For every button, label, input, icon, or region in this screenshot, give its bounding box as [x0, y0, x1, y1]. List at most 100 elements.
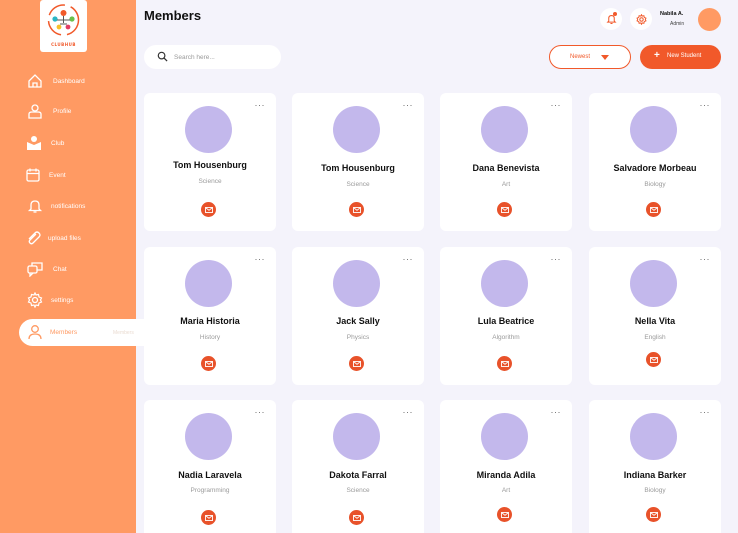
gear-icon — [27, 292, 43, 308]
member-name: Nadia Laravela — [178, 470, 242, 480]
sidebar-item-upload-files[interactable]: upload files — [0, 226, 136, 252]
mail-icon — [649, 356, 658, 363]
member-card[interactable]: ··· Maria Historia History — [144, 247, 276, 385]
member-card[interactable]: ··· Salvadore Morbeau Biology — [589, 93, 721, 231]
notification-dot — [613, 12, 617, 16]
chat-icon — [27, 262, 43, 277]
member-name: Dakota Farral — [329, 470, 387, 480]
sidebar-item-notifications[interactable]: notifications — [0, 194, 136, 220]
sidebar-item-label: notifications — [51, 203, 86, 210]
mail-icon — [500, 360, 509, 367]
member-name: Dana Benevista — [472, 163, 540, 173]
mail-icon — [500, 206, 509, 213]
sidebar-item-settings[interactable]: settings — [0, 288, 136, 314]
mail-button[interactable] — [646, 202, 661, 217]
mail-button[interactable] — [497, 356, 512, 371]
member-card[interactable]: ··· Dana Benevista Art — [440, 93, 572, 231]
user-avatar[interactable] — [698, 8, 721, 31]
sidebar-item-event[interactable]: Event — [0, 163, 136, 189]
mail-button[interactable] — [349, 356, 364, 371]
more-options-icon[interactable]: ··· — [551, 408, 562, 417]
member-subject: Science — [346, 487, 370, 494]
member-card[interactable]: ··· Indiana Barker Biology — [589, 400, 721, 533]
more-options-icon[interactable]: ··· — [403, 255, 414, 264]
sidebar-item-club[interactable]: Club — [0, 131, 136, 157]
profile-icon — [28, 104, 42, 119]
notifications-button[interactable] — [600, 8, 622, 30]
sidebar-item-members[interactable]: Members Members — [19, 319, 159, 346]
member-name: Miranda Adila — [476, 470, 536, 480]
sidebar-item-profile[interactable]: Profile — [0, 99, 136, 125]
sidebar-item-dashboard[interactable]: Dashboard — [0, 69, 136, 95]
member-subject: Biology — [644, 181, 666, 188]
user-icon — [28, 325, 42, 340]
logo-text: CLUBHUB — [51, 42, 76, 47]
more-options-icon[interactable]: ··· — [700, 101, 711, 110]
member-name: Tom Housenburg — [173, 160, 247, 170]
member-subject: Physics — [346, 334, 370, 341]
new-student-label: New Student — [667, 53, 702, 59]
member-subject: Biology — [644, 487, 666, 494]
user-role: Admin — [670, 21, 685, 27]
sort-label: Newest — [570, 54, 591, 60]
more-options-icon[interactable]: ··· — [255, 255, 266, 264]
search-box[interactable] — [144, 45, 281, 69]
more-options-icon[interactable]: ··· — [255, 408, 266, 417]
member-avatar — [333, 260, 380, 307]
mail-button[interactable] — [646, 507, 661, 522]
sidebar-item-chat[interactable]: Chat — [0, 257, 136, 283]
home-icon — [28, 74, 42, 88]
member-avatar — [185, 260, 232, 307]
mail-button[interactable] — [497, 202, 512, 217]
more-options-icon[interactable]: ··· — [700, 255, 711, 264]
sidebar-item-label: Profile — [53, 108, 72, 115]
chevron-down-icon — [601, 55, 609, 60]
member-card[interactable]: ··· Tom Housenburg Science — [292, 93, 424, 231]
settings-button[interactable] — [630, 8, 652, 30]
member-card[interactable]: ··· Miranda Adila Art — [440, 400, 572, 533]
member-name: Indiana Barker — [623, 470, 687, 480]
more-options-icon[interactable]: ··· — [551, 101, 562, 110]
more-options-icon[interactable]: ··· — [255, 101, 266, 110]
member-avatar — [630, 260, 677, 307]
mail-icon — [204, 514, 213, 521]
member-subject: Art — [501, 181, 511, 188]
gear-icon — [635, 13, 647, 25]
member-name: Salvadore Morbeau — [613, 163, 697, 173]
mail-button[interactable] — [201, 202, 216, 217]
member-card[interactable]: ··· Dakota Farral Science — [292, 400, 424, 533]
new-student-button[interactable]: + New Student — [640, 45, 721, 69]
sidebar-item-label: upload files — [48, 235, 81, 242]
sidebar-item-label: Club — [51, 140, 65, 147]
mail-icon — [352, 514, 361, 521]
member-card[interactable]: ··· Nadia Laravela Programming — [144, 400, 276, 533]
member-name: Tom Housenburg — [321, 163, 395, 173]
sidebar-item-label: settings — [51, 297, 74, 304]
sidebar-item-label: Members — [50, 329, 78, 336]
mail-button[interactable] — [497, 507, 512, 522]
member-subject: Art — [501, 487, 511, 494]
member-card[interactable]: ··· Nella Vita English — [589, 247, 721, 385]
user-name: Nabila A. — [660, 11, 684, 17]
mail-button[interactable] — [201, 356, 216, 371]
more-options-icon[interactable]: ··· — [551, 255, 562, 264]
sort-dropdown[interactable]: Newest — [549, 45, 631, 69]
member-avatar — [333, 413, 380, 460]
more-options-icon[interactable]: ··· — [700, 408, 711, 417]
member-subject: Science — [346, 181, 370, 188]
mail-icon — [649, 511, 658, 518]
search-input[interactable] — [174, 50, 274, 64]
mail-button[interactable] — [646, 352, 661, 367]
member-avatar — [630, 106, 677, 153]
member-avatar — [630, 413, 677, 460]
search-icon — [157, 51, 168, 62]
mail-button[interactable] — [349, 202, 364, 217]
member-card[interactable]: ··· Lula Beatrice Algorithm — [440, 247, 572, 385]
more-options-icon[interactable]: ··· — [403, 408, 414, 417]
clubhub-logo[interactable]: CLUBHUB — [40, 0, 87, 52]
member-card[interactable]: ··· Tom Housenburg Science — [144, 93, 276, 231]
more-options-icon[interactable]: ··· — [403, 101, 414, 110]
mail-button[interactable] — [349, 510, 364, 525]
mail-button[interactable] — [201, 510, 216, 525]
member-card[interactable]: ··· Jack Sally Physics — [292, 247, 424, 385]
